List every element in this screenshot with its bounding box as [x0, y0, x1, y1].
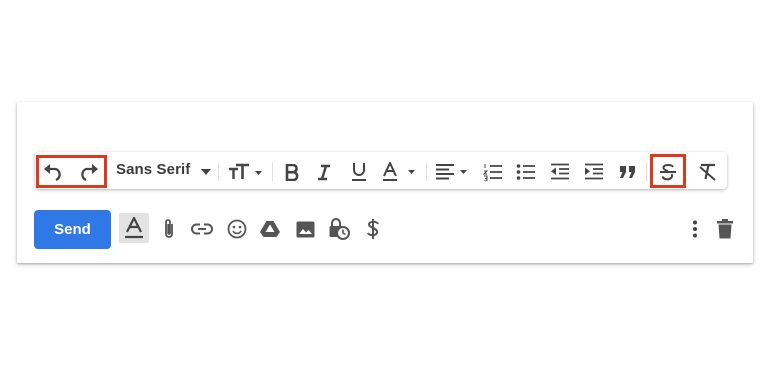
more-options-icon [693, 220, 697, 238]
font-family-label: Sans Serif [116, 161, 191, 178]
bulleted-list-icon [516, 164, 535, 180]
text-size-button[interactable] [226, 161, 266, 183]
send-money-button[interactable] [362, 216, 384, 242]
text-color-button[interactable] [382, 160, 418, 184]
insert-drive-button[interactable] [258, 217, 282, 241]
insert-emoji-button[interactable] [225, 217, 249, 241]
underline-icon [352, 163, 366, 181]
photo-icon [296, 221, 314, 237]
chevron-down-icon [201, 169, 211, 175]
attach-button[interactable] [158, 216, 180, 242]
indent-more-button[interactable] [583, 161, 605, 183]
trash-icon [717, 219, 733, 239]
bold-button[interactable] [282, 161, 302, 183]
bold-icon [285, 163, 299, 181]
confidential-icon [329, 218, 350, 240]
indent-more-icon [585, 163, 603, 180]
align-button[interactable] [434, 161, 472, 183]
strikethrough-icon [660, 164, 676, 181]
undo-button[interactable] [42, 161, 66, 183]
quote-button[interactable] [617, 161, 639, 183]
indent-less-button[interactable] [549, 161, 571, 183]
formatting-options-button[interactable] [119, 213, 149, 243]
separator [272, 162, 273, 181]
italic-icon [318, 164, 330, 180]
redo-button[interactable] [76, 161, 100, 183]
numbered-list-button[interactable] [482, 161, 504, 183]
text-size-icon [229, 163, 262, 179]
confidential-mode-button[interactable] [327, 216, 351, 242]
undo-icon [44, 164, 61, 181]
font-family-dropdown[interactable] [198, 163, 214, 181]
insert-photo-button[interactable] [293, 217, 317, 241]
quote-icon [620, 166, 635, 178]
discard-draft-button[interactable] [714, 216, 736, 242]
send-button[interactable]: Send [34, 210, 111, 249]
separator [218, 162, 219, 181]
italic-button[interactable] [314, 161, 334, 183]
remove-formatting-button[interactable] [696, 161, 720, 183]
emoji-icon [227, 219, 247, 239]
remove-formatting-icon [699, 163, 716, 181]
link-icon [191, 223, 213, 235]
attach-icon [165, 219, 173, 238]
redo-icon [81, 164, 98, 181]
separator [426, 162, 427, 181]
more-options-button[interactable] [686, 217, 704, 241]
money-icon [367, 219, 379, 239]
separator [646, 162, 647, 181]
strikethrough-button[interactable] [656, 161, 680, 183]
text-color-icon [383, 162, 415, 181]
formatting-options-icon [125, 217, 143, 239]
underline-button[interactable] [348, 160, 370, 184]
insert-link-button[interactable] [190, 217, 214, 241]
bulleted-list-button[interactable] [515, 161, 537, 183]
indent-less-icon [551, 163, 569, 180]
numbered-list-icon [483, 164, 502, 181]
drive-icon [260, 221, 280, 237]
align-icon [436, 164, 467, 180]
